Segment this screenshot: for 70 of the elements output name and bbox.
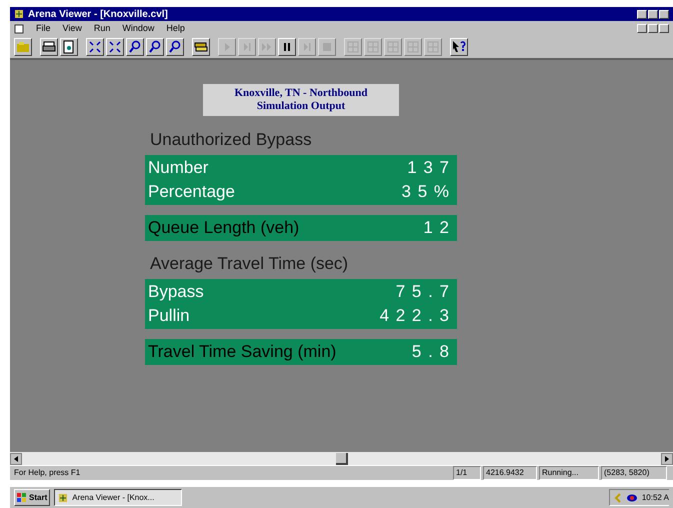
toolbar-button[interactable] (14, 38, 32, 56)
menu-item[interactable]: Help (166, 22, 185, 36)
status-pane: 4216.9432 (483, 466, 537, 480)
toolbar-button[interactable] (166, 38, 184, 56)
window-title: Arena Viewer - [Knoxville.cvl] (28, 8, 168, 22)
result-value: 4 2 2 . 3 (380, 305, 451, 328)
result-label: Pullin (148, 305, 190, 328)
section-heading: Unauthorized Bypass (149, 129, 313, 151)
result-label: Number (148, 157, 208, 180)
horizontal-scrollbar[interactable] (10, 452, 673, 465)
result-value: 3 5 % (402, 181, 451, 204)
document-close-button[interactable] (659, 24, 669, 33)
section-heading: Average Travel Time (sec) (149, 253, 350, 275)
expand-icon (107, 39, 123, 55)
result-label: Bypass (148, 281, 204, 304)
toolbar-button[interactable] (40, 38, 58, 56)
expand-icon (87, 39, 103, 55)
toolbar-button[interactable] (60, 38, 78, 56)
result-value: 1 2 (423, 217, 451, 240)
status-message: For Help, press F1 (14, 467, 82, 479)
grid-icon (385, 39, 401, 55)
document-icon (14, 24, 24, 34)
result-label: Percentage (148, 181, 235, 204)
status-pane: (5283, 5820) (601, 466, 667, 480)
toolbar-button[interactable] (106, 38, 124, 56)
right-arrow-icon (664, 456, 670, 462)
maximize-button[interactable] (648, 10, 658, 18)
title-text: Simulation Output (256, 100, 346, 113)
grid-icon (425, 39, 441, 55)
toolbar-button[interactable] (278, 38, 296, 56)
clock: 10:52 A (642, 492, 669, 504)
toolbar-button[interactable] (450, 38, 468, 56)
status-pane: 1/1 (453, 466, 481, 480)
menu-item[interactable]: Run (94, 22, 110, 36)
folder-icon (15, 39, 31, 55)
result-value: 1 3 7 (407, 157, 451, 180)
start-button[interactable]: Start (14, 489, 50, 506)
toolbar-button[interactable] (86, 38, 104, 56)
result-value: 7 5 . 7 (396, 281, 451, 304)
toolbar-button[interactable] (146, 38, 164, 56)
left-arrow-icon (14, 456, 18, 462)
document-restore-button[interactable] (648, 24, 658, 33)
magnifier-icon (167, 39, 183, 55)
magnifier-icon (127, 39, 143, 55)
toolbar-button[interactable] (126, 38, 144, 56)
scroll-right-button[interactable] (661, 452, 673, 464)
tray-icon[interactable] (626, 494, 638, 502)
grid-icon (365, 39, 381, 55)
menu-item[interactable]: View (62, 22, 82, 36)
scroll-thumb[interactable] (336, 452, 348, 464)
toolbar-button[interactable] (192, 38, 210, 56)
menu-item[interactable]: File (36, 22, 51, 36)
result-value: 5 . 8 (412, 341, 451, 364)
magnifier-icon (147, 39, 163, 55)
close-button[interactable] (659, 10, 669, 18)
taskbar-button[interactable]: Arena Viewer - [Knox... (54, 489, 182, 506)
grid-icon (345, 39, 361, 55)
minimize-button[interactable] (637, 10, 647, 18)
scroll-left-button[interactable] (10, 452, 22, 464)
result-label: Travel Time Saving (min) (148, 341, 336, 364)
grid-icon (405, 39, 421, 55)
windows-logo-icon (17, 492, 27, 502)
app-icon (14, 9, 24, 19)
menu-item[interactable]: Window (122, 22, 154, 36)
document-minimize-button[interactable] (637, 24, 647, 33)
title-text: Knoxville, TN - Northbound (233, 87, 369, 100)
result-label: Queue Length (veh) (148, 217, 300, 240)
status-pane: Running... (539, 466, 599, 480)
help-icon (451, 39, 467, 55)
app-icon (58, 492, 68, 502)
